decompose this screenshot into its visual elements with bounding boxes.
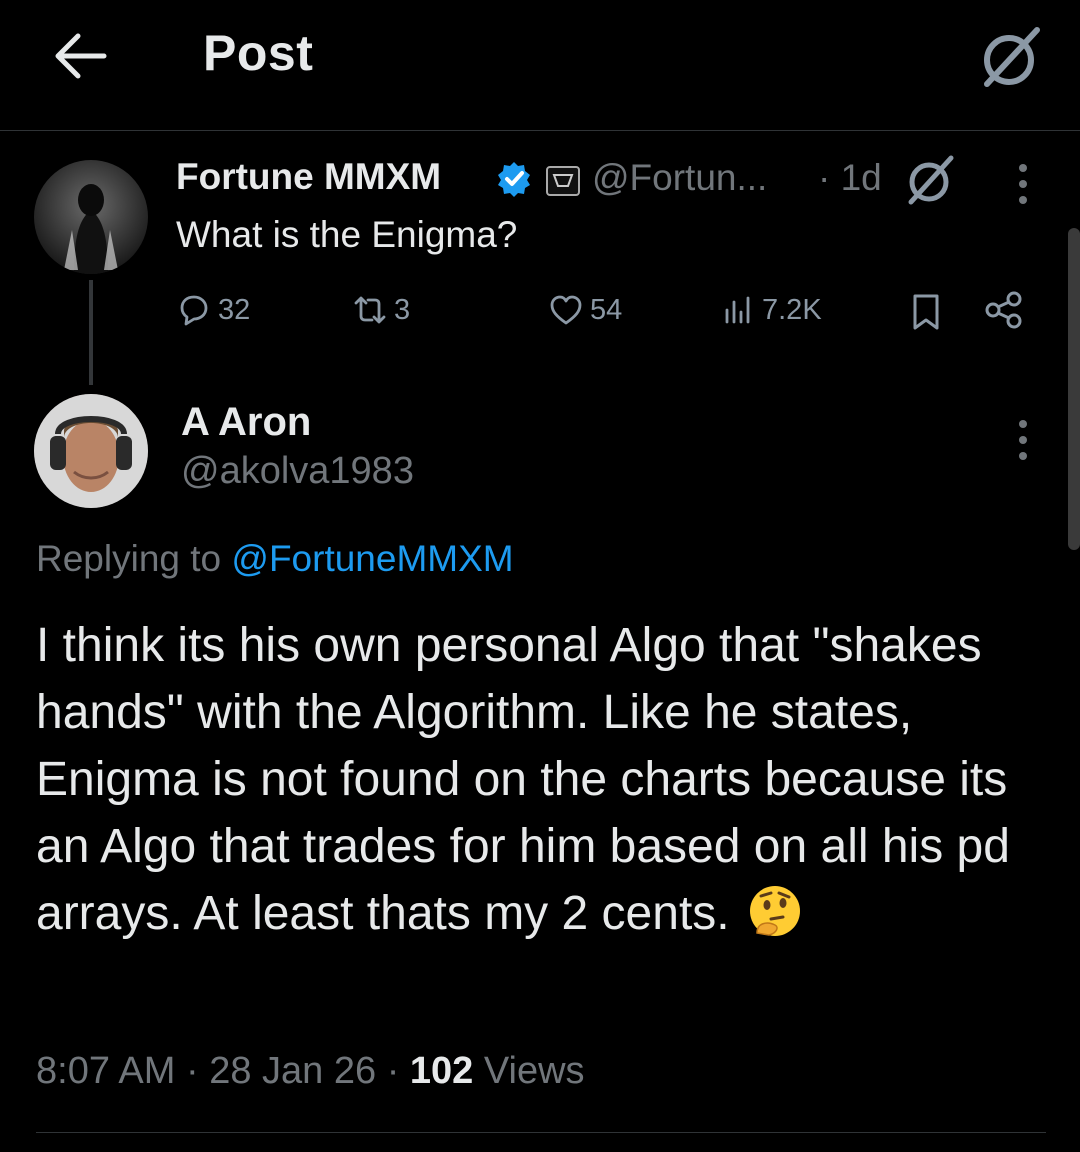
reply-icon [180, 295, 208, 326]
replying-to-handle-link[interactable]: @FortuneMMXM [231, 538, 513, 579]
author-handle[interactable]: @Fortun... [592, 157, 767, 199]
tweet-date: 28 Jan 26 [209, 1050, 377, 1092]
repost-count: 3 [394, 293, 411, 326]
tweet-text: I think its his own personal Algo that "… [36, 619, 1010, 940]
like-count: 54 [590, 293, 623, 326]
affiliate-badge-icon [546, 166, 580, 196]
avatar[interactable] [34, 160, 148, 274]
bar-chart-icon [725, 296, 750, 324]
heart-icon [550, 295, 582, 325]
bookmark-icon[interactable] [906, 292, 946, 332]
more-options-icon[interactable] [1008, 416, 1038, 464]
timestamp: · 1d [818, 157, 882, 198]
view-count: 7.2K [762, 293, 822, 326]
views-label: Views [483, 1050, 585, 1092]
reply-button[interactable]: 32 [176, 292, 250, 328]
views-count[interactable]: 102 [410, 1050, 473, 1092]
thread-connector-line [89, 280, 93, 385]
replying-to-label: Replying to [36, 538, 232, 579]
grok-icon[interactable] [903, 152, 957, 206]
reply-count: 32 [218, 293, 251, 326]
author-handle[interactable]: @akolva1983 [181, 450, 414, 493]
avatar[interactable] [34, 394, 148, 508]
views-button[interactable]: 7.2K [720, 292, 822, 328]
page-title: Post [203, 25, 314, 81]
scrollbar[interactable] [1068, 228, 1080, 550]
author-name[interactable]: Fortune MMXM [176, 156, 441, 198]
tweet-time: 8:07 AM [36, 1050, 176, 1092]
author-name[interactable]: A Aron [181, 400, 311, 445]
top-app-bar [0, 0, 1080, 131]
tweet-body: I think its his own personal Algo that "… [36, 612, 1046, 947]
share-icon[interactable] [984, 290, 1024, 330]
more-options-icon[interactable] [1008, 160, 1038, 208]
grok-icon[interactable] [975, 22, 1045, 92]
divider [36, 1132, 1046, 1133]
like-button[interactable]: 54 [548, 292, 622, 328]
separator-dot: · [386, 1050, 400, 1092]
repost-icon [354, 296, 386, 324]
tweet-metadata: 8:07 AM · 28 Jan 26 · 102 Views [36, 1050, 585, 1093]
replying-to-line: Replying to @FortuneMMXM [36, 538, 514, 580]
verified-badge-icon [495, 160, 533, 198]
repost-button[interactable]: 3 [352, 292, 410, 328]
back-arrow-icon[interactable] [50, 28, 110, 84]
tweet-text: What is the Enigma? [176, 214, 518, 255]
thinking-face-icon [747, 883, 803, 939]
separator-dot: · [185, 1050, 199, 1092]
